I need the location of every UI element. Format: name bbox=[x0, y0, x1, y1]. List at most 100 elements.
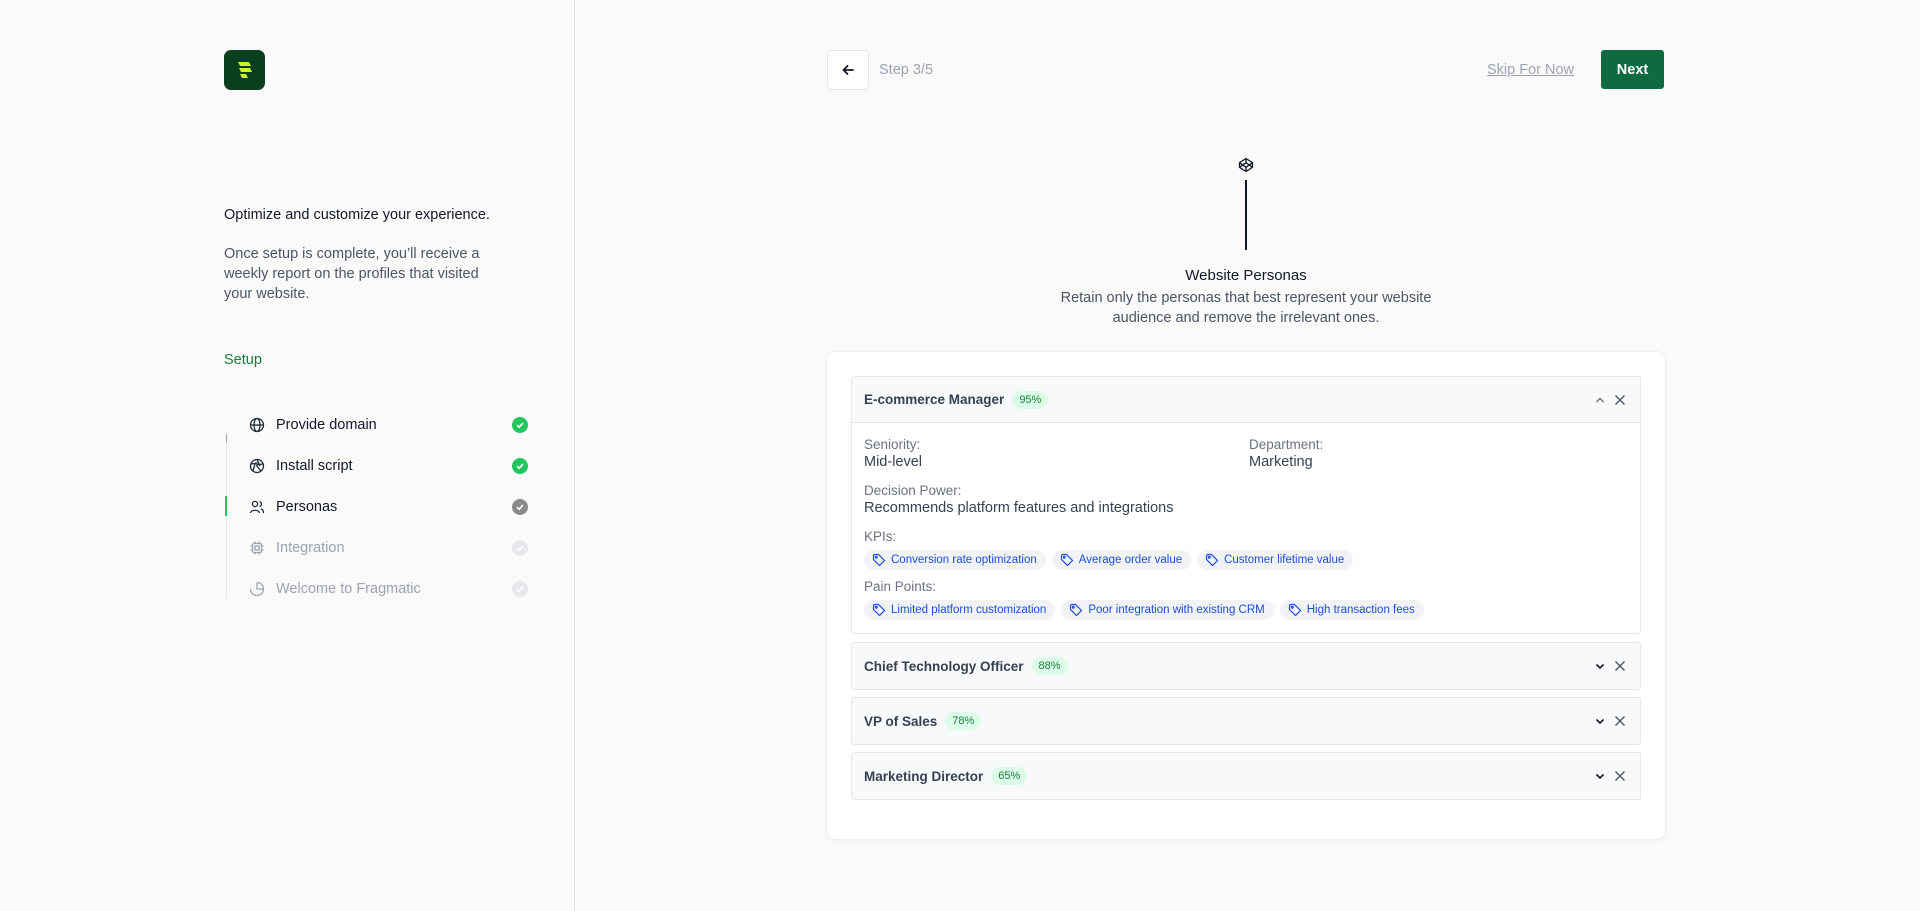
pain-point-tag: Limited platform customization bbox=[864, 600, 1056, 620]
active-step-indicator bbox=[225, 496, 227, 516]
pain-point-tag: High transaction fees bbox=[1279, 600, 1424, 620]
step-provide-domain[interactable]: Provide domain bbox=[248, 413, 528, 437]
codepen-icon bbox=[1237, 156, 1255, 174]
globe-icon bbox=[248, 416, 266, 434]
kpi-tag-label: Conversion rate optimization bbox=[891, 554, 1037, 566]
remove-persona-close-icon[interactable] bbox=[1612, 713, 1628, 729]
current-check-icon bbox=[512, 499, 528, 515]
step-integration[interactable]: Integration bbox=[248, 536, 528, 560]
persona-actions bbox=[1592, 713, 1628, 729]
tag-icon bbox=[1070, 603, 1083, 617]
intro-title: Optimize and customize your experience. bbox=[224, 207, 490, 223]
kpi-tag: Customer lifetime value bbox=[1197, 550, 1354, 570]
match-score-badge: 88% bbox=[1031, 657, 1068, 675]
kpi-tags: Conversion rate optimization Average ord… bbox=[864, 550, 1354, 570]
decision-power-label: Decision Power: bbox=[864, 483, 962, 498]
pending-check-icon bbox=[512, 540, 528, 556]
seniority-field: Seniority: Mid-level bbox=[864, 437, 922, 470]
step-welcome[interactable]: Welcome to Fragmatic bbox=[248, 577, 528, 601]
persona-actions bbox=[1592, 392, 1628, 408]
persona-chief-technology-officer: Chief Technology Officer 88% bbox=[851, 642, 1641, 690]
step-label: Welcome to Fragmatic bbox=[276, 581, 421, 597]
steps-track bbox=[226, 436, 227, 599]
decision-power-value: Recommends platform features and integra… bbox=[864, 500, 1174, 516]
kpis-label: KPIs: bbox=[864, 529, 897, 544]
logo-icon bbox=[237, 62, 252, 78]
tag-icon bbox=[1288, 603, 1302, 617]
persona-vp-of-sales: VP of Sales 78% bbox=[851, 697, 1641, 745]
aperture-icon bbox=[248, 457, 266, 475]
sidebar: Optimize and customize your experience. … bbox=[0, 0, 575, 911]
persona-name: Marketing Director bbox=[864, 768, 984, 784]
persona-ecommerce-manager: E-commerce Manager 95% Seniority: Mid-le… bbox=[851, 376, 1641, 634]
remove-persona-close-icon[interactable] bbox=[1612, 392, 1628, 408]
seniority-value: Mid-level bbox=[864, 454, 923, 470]
persona-actions bbox=[1592, 658, 1628, 674]
page-title: Website Personas bbox=[1185, 267, 1307, 284]
step-label: Personas bbox=[276, 499, 338, 515]
persona-header[interactable]: E-commerce Manager 95% bbox=[852, 377, 1640, 423]
step-label: Install script bbox=[276, 458, 353, 474]
tag-icon bbox=[872, 553, 886, 567]
chevron-down-icon[interactable] bbox=[1592, 768, 1608, 784]
pie-chart-icon bbox=[248, 580, 266, 598]
department-label: Department: bbox=[1249, 437, 1324, 452]
users-icon bbox=[248, 498, 266, 516]
persona-header[interactable]: Chief Technology Officer 88% bbox=[852, 643, 1640, 689]
fragmatic-logo bbox=[224, 50, 265, 90]
hero-connector-line bbox=[1245, 180, 1247, 250]
match-score-badge: 78% bbox=[945, 712, 982, 730]
page-description: Retain only the personas that best repre… bbox=[1060, 290, 1432, 326]
kpi-tag-label: Customer lifetime value bbox=[1224, 554, 1345, 566]
persona-marketing-director: Marketing Director 65% bbox=[851, 752, 1641, 800]
arrow-left-icon bbox=[842, 65, 854, 75]
personas-card: E-commerce Manager 95% Seniority: Mid-le… bbox=[827, 352, 1665, 839]
setup-section-label: Setup bbox=[224, 352, 262, 368]
remove-persona-close-icon[interactable] bbox=[1612, 768, 1628, 784]
chevron-down-icon[interactable] bbox=[1592, 713, 1608, 729]
onboarding-app: Optimize and customize your experience. … bbox=[0, 0, 1920, 911]
pending-check-icon bbox=[512, 581, 528, 597]
match-score-badge: 95% bbox=[1012, 390, 1049, 409]
back-button[interactable] bbox=[827, 50, 869, 90]
step-label: Provide domain bbox=[276, 417, 377, 433]
persona-name: E-commerce Manager bbox=[864, 392, 1005, 407]
next-button[interactable]: Next bbox=[1601, 50, 1664, 89]
step-counter: Step 3/5 bbox=[879, 62, 934, 78]
department-field: Department: Marketing bbox=[1249, 437, 1323, 470]
completed-check-icon bbox=[512, 458, 528, 474]
kpi-tag: Conversion rate optimization bbox=[864, 550, 1046, 570]
tag-icon bbox=[872, 603, 886, 617]
kpi-tag: Average order value bbox=[1051, 550, 1192, 570]
pain-point-tag-label: Poor integration with existing CRM bbox=[1088, 604, 1265, 616]
kpi-tag-label: Average order value bbox=[1078, 554, 1183, 566]
chevron-down-icon[interactable] bbox=[1592, 658, 1608, 674]
chevron-up-icon[interactable] bbox=[1592, 392, 1608, 408]
persona-header[interactable]: Marketing Director 65% bbox=[852, 753, 1640, 799]
chip-icon bbox=[248, 539, 266, 557]
steps-track-mark bbox=[226, 434, 227, 442]
kpis-field: KPIs: Conversion rate optimization Avera… bbox=[864, 529, 1354, 570]
pain-point-tag-label: Limited platform customization bbox=[891, 604, 1047, 616]
decision-power-field: Decision Power: Recommends platform feat… bbox=[864, 483, 1174, 516]
persona-details: Seniority: Mid-level Department: Marketi… bbox=[852, 423, 1640, 633]
persona-header[interactable]: VP of Sales 78% bbox=[852, 698, 1640, 744]
step-install-script[interactable]: Install script bbox=[248, 454, 528, 478]
tag-icon bbox=[1060, 553, 1074, 567]
pain-points-field: Pain Points: Limited platform customizat… bbox=[864, 579, 1424, 620]
completed-check-icon bbox=[512, 417, 528, 433]
persona-name: Chief Technology Officer bbox=[864, 658, 1024, 674]
skip-for-now-link[interactable]: Skip For Now bbox=[1487, 62, 1574, 78]
persona-actions bbox=[1592, 768, 1628, 784]
remove-persona-close-icon[interactable] bbox=[1612, 658, 1628, 674]
pain-point-tags: Limited platform customization Poor inte… bbox=[864, 600, 1424, 620]
pain-point-tag: Poor integration with existing CRM bbox=[1061, 600, 1274, 620]
step-label: Integration bbox=[276, 540, 345, 556]
intro-description: Once setup is complete, you’ll receive a… bbox=[224, 246, 480, 302]
pain-point-tag-label: High transaction fees bbox=[1306, 604, 1415, 616]
tag-icon bbox=[1206, 553, 1219, 567]
step-personas[interactable]: Personas bbox=[248, 495, 528, 519]
match-score-badge: 65% bbox=[991, 767, 1028, 785]
persona-name: VP of Sales bbox=[864, 713, 938, 729]
department-value: Marketing bbox=[1249, 454, 1313, 470]
